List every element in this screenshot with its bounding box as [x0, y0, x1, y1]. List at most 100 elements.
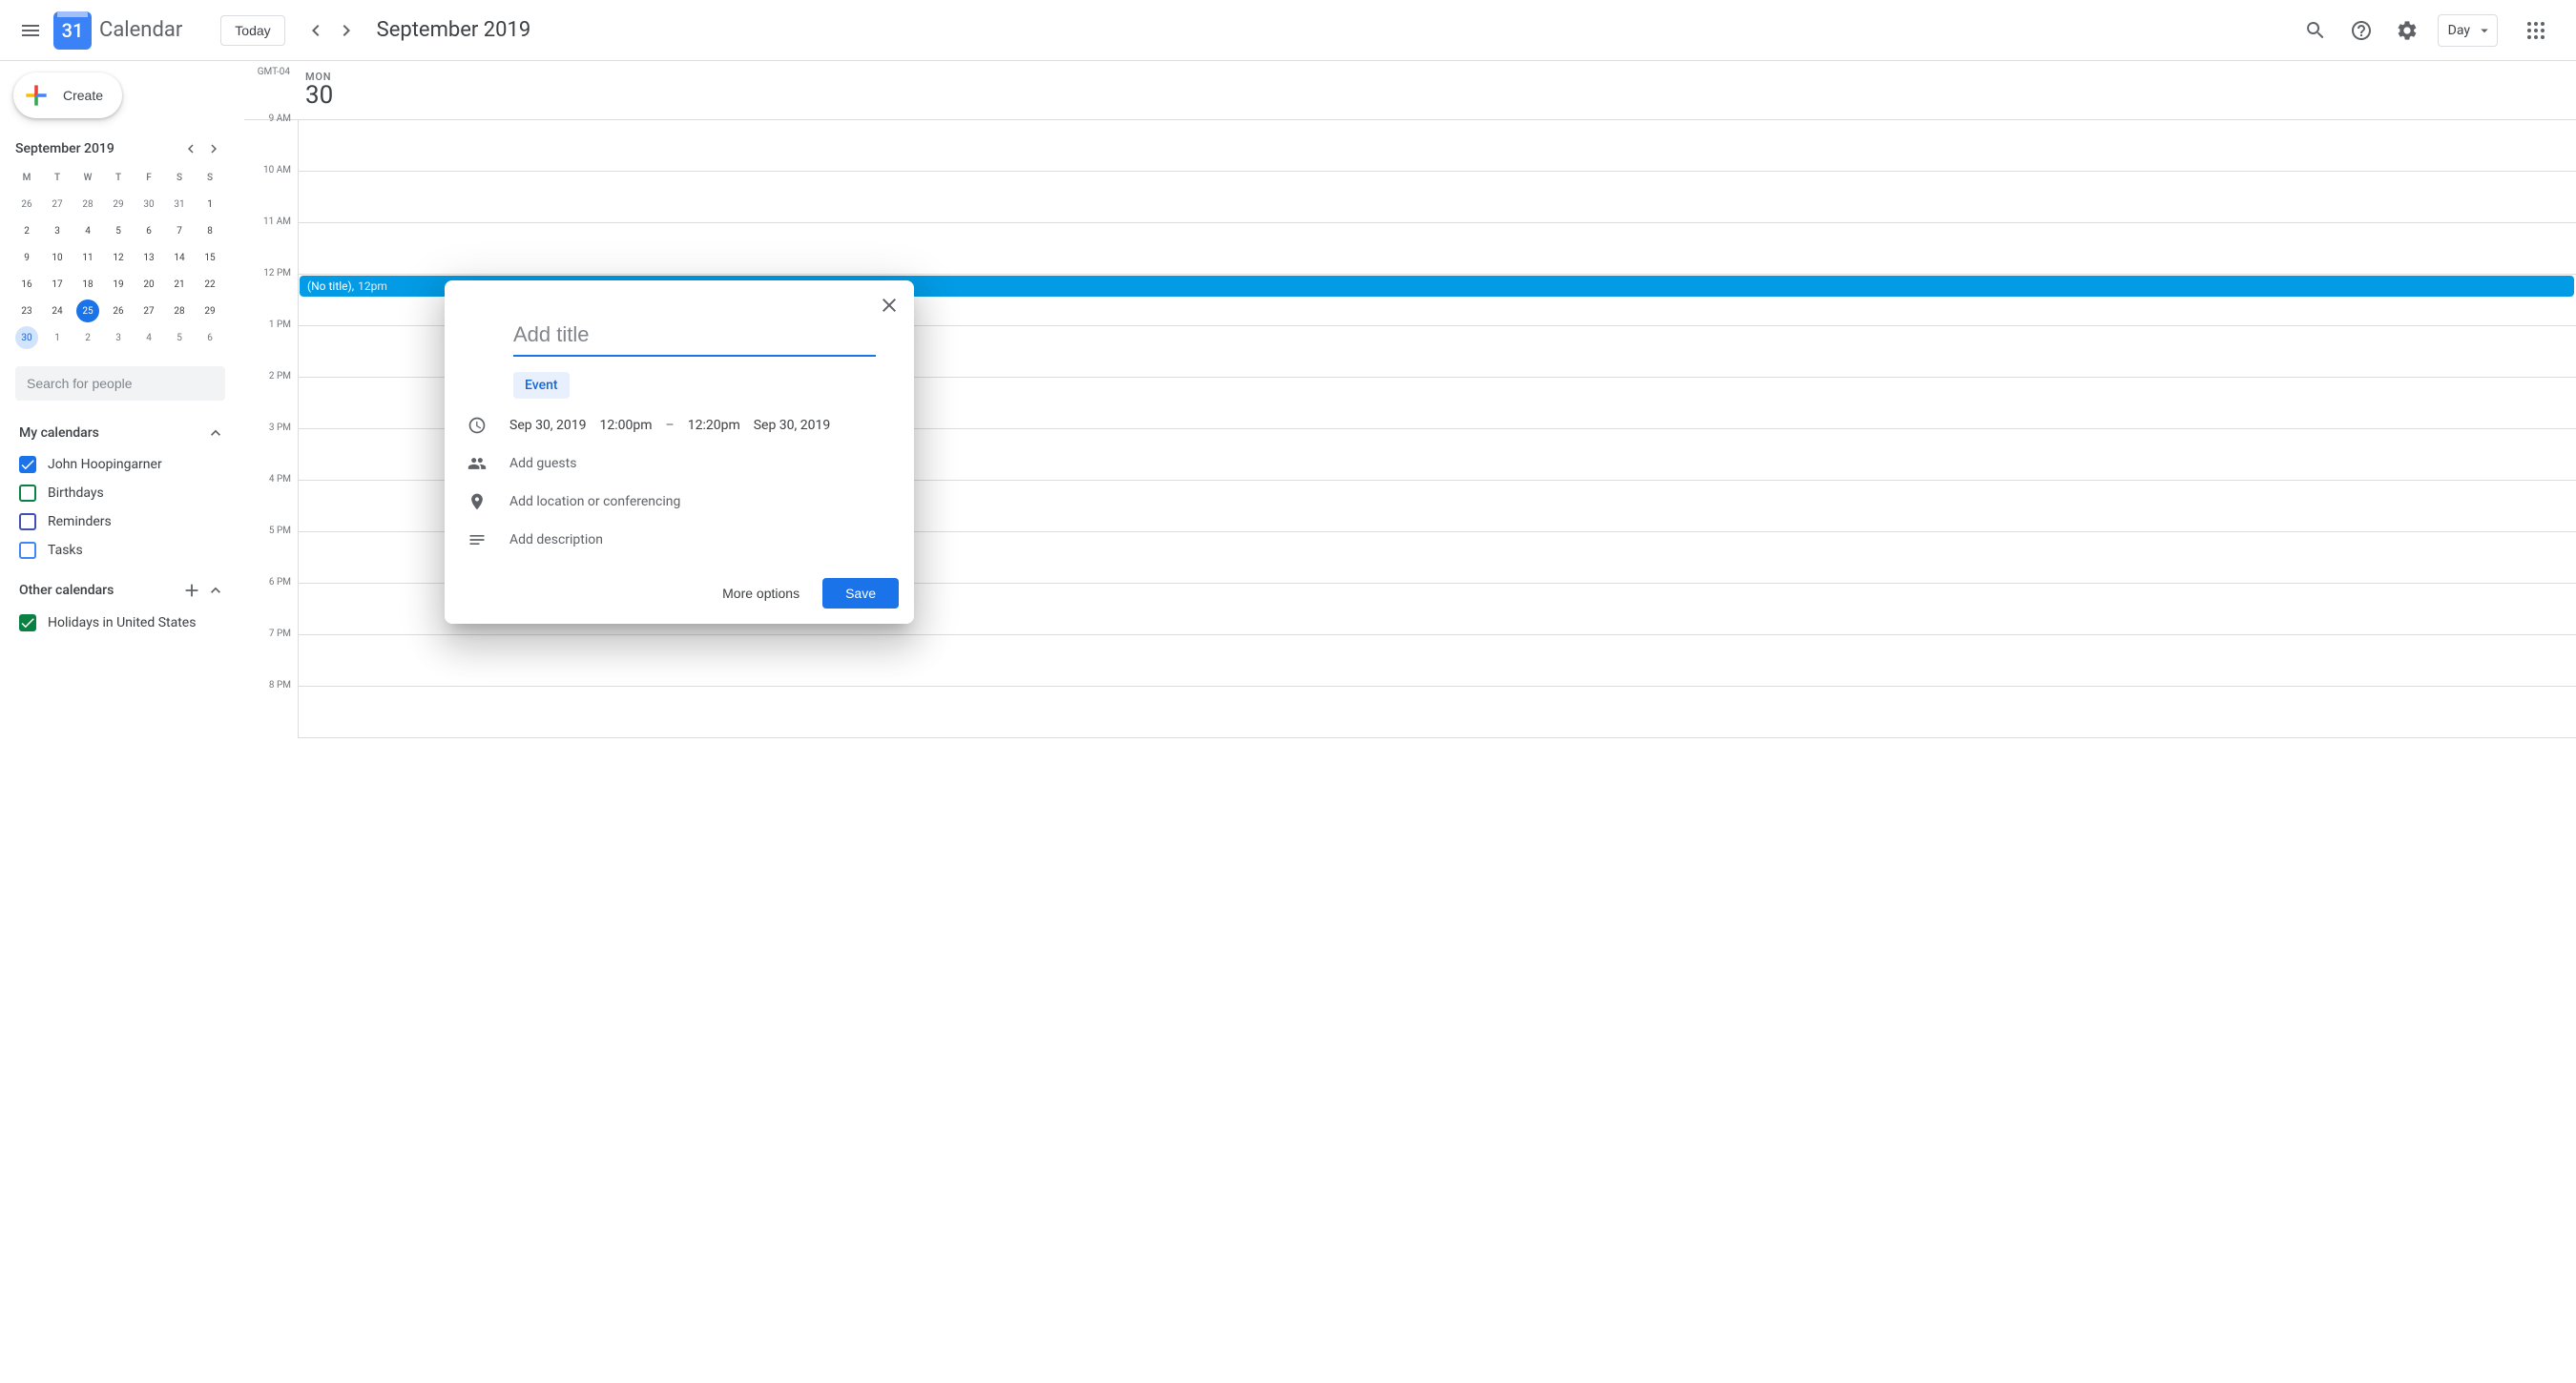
mini-cal-day[interactable]: 13	[134, 244, 164, 271]
calendar-checkbox[interactable]	[19, 542, 36, 559]
event-title-input[interactable]	[513, 319, 876, 357]
my-calendars-header[interactable]: My calendars	[11, 416, 229, 450]
google-apps-button[interactable]	[2513, 8, 2559, 53]
mini-cal-day[interactable]: 3	[103, 324, 134, 351]
mini-cal-day[interactable]: 1	[42, 324, 73, 351]
calendar-checkbox[interactable]	[19, 456, 36, 473]
add-description-field[interactable]: Add description	[509, 532, 603, 547]
mini-cal-day[interactable]: 2	[11, 217, 42, 244]
mini-cal-day[interactable]: 5	[164, 324, 195, 351]
mini-cal-day[interactable]: 12	[103, 244, 134, 271]
prev-period-button[interactable]	[301, 15, 331, 46]
popup-description-row[interactable]: Add description	[445, 521, 914, 559]
next-period-button[interactable]	[331, 15, 362, 46]
calendar-item[interactable]: John Hoopingarner	[11, 450, 229, 479]
search-button[interactable]	[2293, 8, 2338, 53]
mini-cal-day[interactable]: 28	[164, 298, 195, 324]
calendar-checkbox[interactable]	[19, 485, 36, 502]
mini-cal-day[interactable]: 27	[134, 298, 164, 324]
mini-cal-day[interactable]: 26	[11, 191, 42, 217]
add-location-field[interactable]: Add location or conferencing	[509, 494, 680, 509]
hour-row[interactable]: 10 AM	[299, 172, 2576, 223]
mini-cal-day[interactable]: 15	[195, 244, 225, 271]
mini-cal-day[interactable]: 8	[195, 217, 225, 244]
main-menu-button[interactable]	[8, 8, 53, 53]
calendar-checkbox[interactable]	[19, 614, 36, 631]
calendar-name: Reminders	[48, 514, 112, 529]
mini-cal-day[interactable]: 30	[11, 324, 42, 351]
mini-cal-weekday: F	[134, 164, 164, 191]
mini-cal-day[interactable]: 1	[195, 191, 225, 217]
mini-cal-day[interactable]: 4	[134, 324, 164, 351]
end-date[interactable]: Sep 30, 2019	[754, 418, 831, 433]
start-date[interactable]: Sep 30, 2019	[509, 418, 587, 433]
mini-cal-day[interactable]: 3	[42, 217, 73, 244]
mini-cal-day[interactable]: 10	[42, 244, 73, 271]
popup-guests-row[interactable]: Add guests	[445, 444, 914, 483]
mini-cal-day[interactable]: 6	[195, 324, 225, 351]
mini-cal-day[interactable]: 25	[73, 298, 103, 324]
add-guests-field[interactable]: Add guests	[509, 456, 576, 471]
mini-cal-day[interactable]: 22	[195, 271, 225, 298]
mini-cal-day[interactable]: 9	[11, 244, 42, 271]
mini-cal-day[interactable]: 19	[103, 271, 134, 298]
hour-label: 7 PM	[245, 629, 291, 639]
mini-next-button[interactable]	[202, 137, 225, 160]
mini-cal-day[interactable]: 2	[73, 324, 103, 351]
view-picker[interactable]: Day	[2438, 14, 2498, 47]
hour-row[interactable]: 7 PM	[299, 635, 2576, 687]
popup-close-button[interactable]	[872, 288, 906, 322]
add-calendar-icon[interactable]	[181, 580, 202, 601]
today-button[interactable]: Today	[220, 15, 284, 46]
mini-cal-day[interactable]: 30	[134, 191, 164, 217]
calendar-item[interactable]: Holidays in United States	[11, 609, 229, 637]
mini-prev-button[interactable]	[179, 137, 202, 160]
more-options-button[interactable]: More options	[707, 578, 815, 609]
event-type-tab[interactable]: Event	[513, 372, 570, 399]
other-calendars-list: Holidays in United States	[11, 609, 229, 645]
hour-row[interactable]: 8 PM	[299, 687, 2576, 738]
main-content: Create September 2019 MTWTFSS26272829303…	[0, 61, 2576, 1383]
mini-cal-day[interactable]: 26	[103, 298, 134, 324]
day-header: MON 30	[244, 61, 2576, 115]
popup-time-row[interactable]: Sep 30, 2019 12:00pm – 12:20pm Sep 30, 2…	[445, 406, 914, 444]
mini-cal-day[interactable]: 17	[42, 271, 73, 298]
mini-cal-day[interactable]: 23	[11, 298, 42, 324]
mini-cal-day[interactable]: 11	[73, 244, 103, 271]
hour-label: 8 PM	[245, 680, 291, 691]
mini-cal-day[interactable]: 5	[103, 217, 134, 244]
settings-button[interactable]	[2384, 8, 2430, 53]
mini-cal-day[interactable]: 29	[103, 191, 134, 217]
mini-cal-day[interactable]: 7	[164, 217, 195, 244]
search-people-input[interactable]	[15, 366, 225, 401]
end-time[interactable]: 12:20pm	[688, 418, 740, 433]
calendar-item[interactable]: Birthdays	[11, 479, 229, 507]
mini-cal-day[interactable]: 27	[42, 191, 73, 217]
hour-label: 6 PM	[245, 577, 291, 588]
save-button[interactable]: Save	[822, 578, 899, 609]
mini-cal-day[interactable]: 14	[164, 244, 195, 271]
mini-cal-day[interactable]: 18	[73, 271, 103, 298]
create-button[interactable]: Create	[13, 72, 122, 118]
mini-cal-day[interactable]: 6	[134, 217, 164, 244]
hour-row[interactable]: 9 AM	[299, 120, 2576, 172]
mini-cal-day[interactable]: 16	[11, 271, 42, 298]
mini-cal-day[interactable]: 21	[164, 271, 195, 298]
other-calendars-header[interactable]: Other calendars	[11, 572, 229, 609]
mini-cal-day[interactable]: 24	[42, 298, 73, 324]
mini-cal-day[interactable]: 28	[73, 191, 103, 217]
calendar-item[interactable]: Tasks	[11, 536, 229, 565]
calendar-item[interactable]: Reminders	[11, 507, 229, 536]
help-button[interactable]	[2338, 8, 2384, 53]
mini-cal-day[interactable]: 4	[73, 217, 103, 244]
calendar-checkbox[interactable]	[19, 513, 36, 530]
popup-location-row[interactable]: Add location or conferencing	[445, 483, 914, 521]
mini-cal-day[interactable]: 31	[164, 191, 195, 217]
calendar-name: Holidays in United States	[48, 615, 196, 630]
start-time[interactable]: 12:00pm	[600, 418, 653, 433]
mini-cal-day[interactable]: 29	[195, 298, 225, 324]
hour-row[interactable]: 11 AM	[299, 223, 2576, 275]
mini-cal-day[interactable]: 20	[134, 271, 164, 298]
hour-label: 12 PM	[245, 268, 291, 279]
apps-grid-icon	[2524, 19, 2547, 42]
